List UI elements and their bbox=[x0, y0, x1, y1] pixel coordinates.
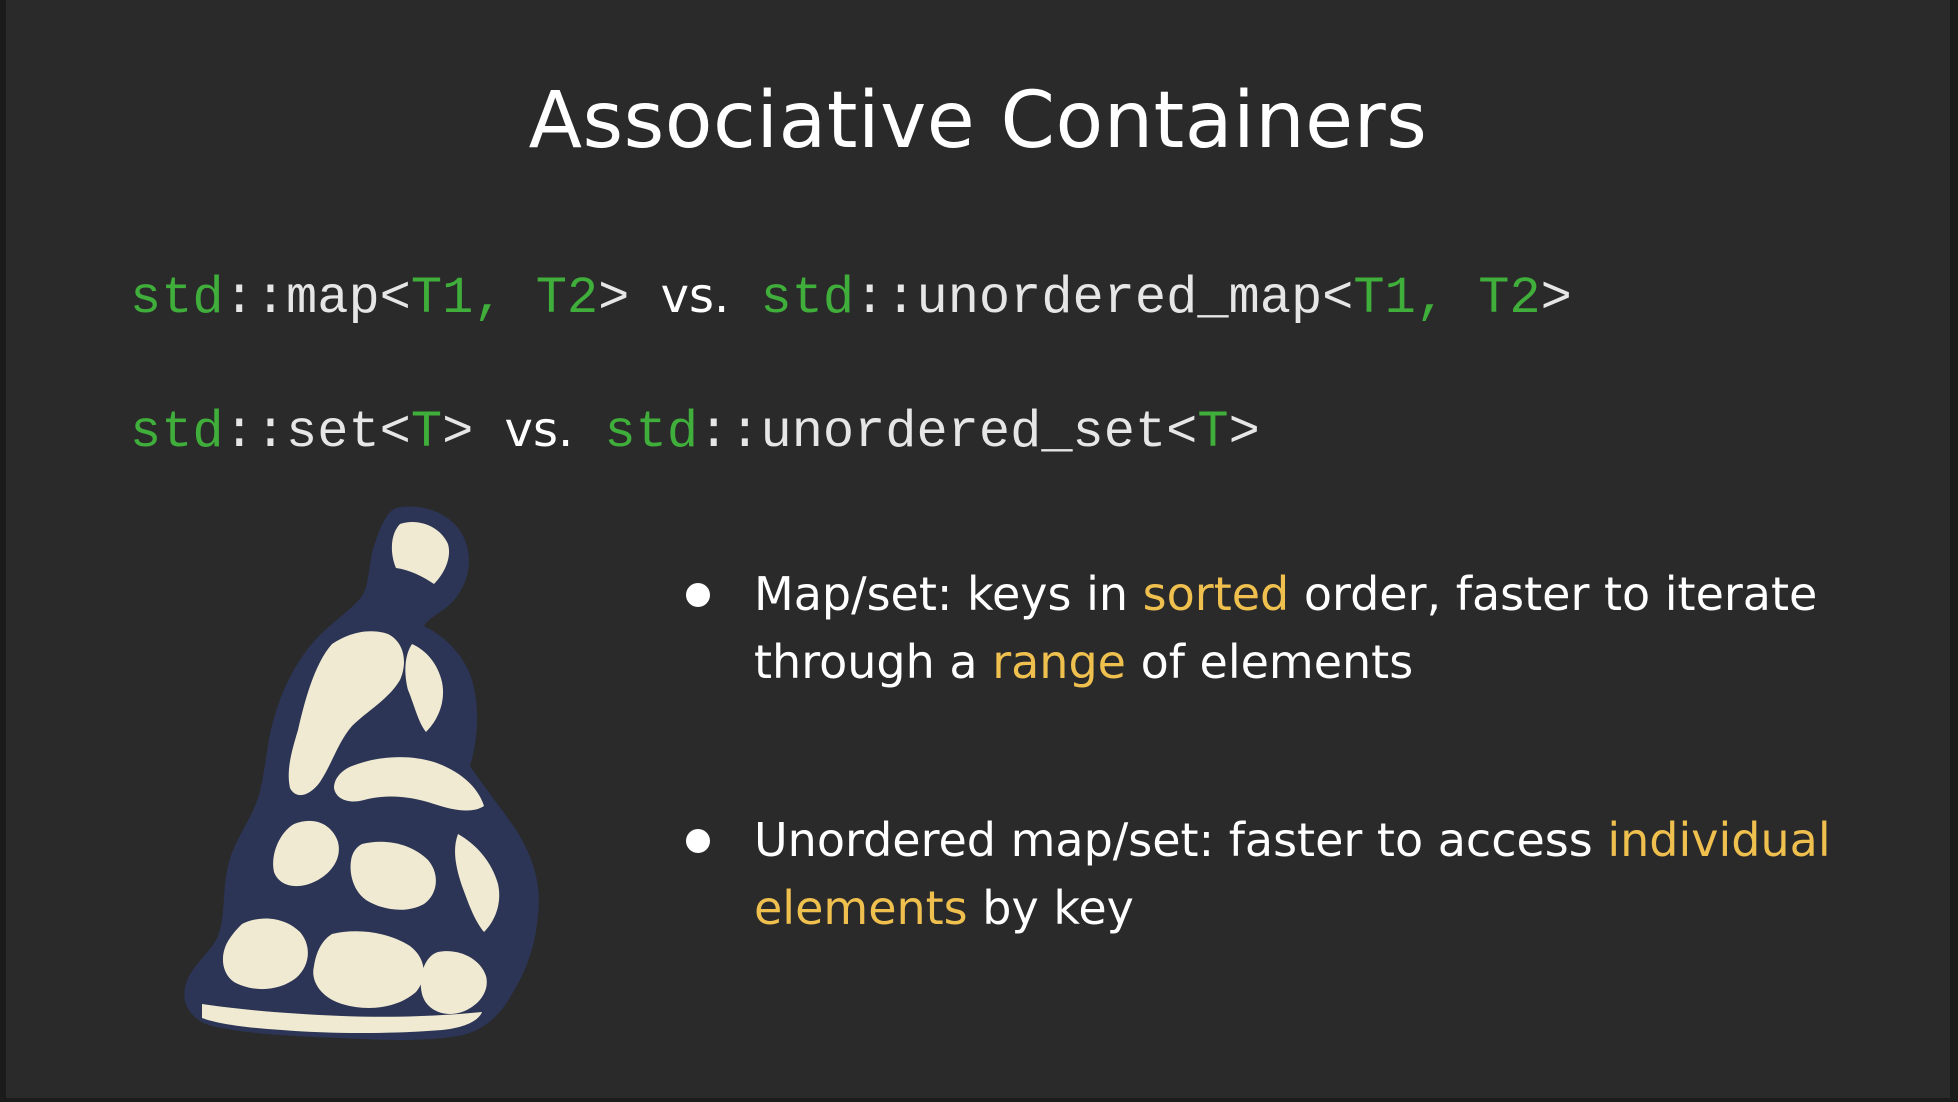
bullet-text: by key bbox=[967, 881, 1134, 935]
bullet-text: Unordered map/set: faster to access bbox=[754, 813, 1608, 867]
code-angle-close: > bbox=[442, 403, 474, 462]
vs-label: vs. bbox=[504, 402, 574, 458]
bullet-list: Map/set: keys in sorted order, faster to… bbox=[686, 560, 1836, 942]
bullet-dot-icon bbox=[686, 829, 710, 853]
bullet-text: Map/set: keys in bbox=[754, 567, 1143, 621]
code-namespace: std bbox=[760, 269, 855, 328]
bullet-text: of elements bbox=[1125, 635, 1414, 689]
code-template-args: T bbox=[1197, 403, 1229, 462]
code-template-args: T1, T2 bbox=[410, 269, 599, 328]
highlight-sorted: sorted bbox=[1142, 567, 1290, 621]
code-type-name: unordered_map bbox=[916, 269, 1323, 328]
code-line-set: std::set<T> vs. std::unordered_set<T> bbox=[130, 402, 1260, 462]
code-angle-open: < bbox=[379, 269, 411, 328]
code-type-name: map bbox=[286, 269, 380, 328]
bullet-dot-icon bbox=[686, 583, 710, 607]
slide-title: Associative Containers bbox=[528, 76, 1428, 166]
code-scope-operator: :: bbox=[223, 269, 287, 328]
vs-label: vs. bbox=[660, 268, 730, 324]
slide: Associative Containers std::map<T1, T2> … bbox=[0, 0, 1958, 1102]
code-line-map: std::map<T1, T2> vs. std::unordered_map<… bbox=[130, 268, 1572, 328]
code-namespace: std bbox=[130, 269, 224, 328]
code-angle-close: > bbox=[1228, 403, 1260, 462]
code-type-name: unordered_set bbox=[760, 403, 1167, 462]
bullet-unordered: Unordered map/set: faster to access indi… bbox=[686, 806, 1836, 942]
code-namespace: std bbox=[130, 403, 224, 462]
highlight-range: range bbox=[992, 635, 1126, 689]
code-scope-operator: :: bbox=[854, 269, 917, 328]
thinker-statue-icon bbox=[184, 506, 539, 1040]
code-template-args: T bbox=[410, 403, 443, 462]
code-angle-open: < bbox=[1166, 403, 1198, 462]
code-scope-operator: :: bbox=[698, 403, 761, 462]
code-angle-close: > bbox=[598, 269, 630, 328]
code-scope-operator: :: bbox=[223, 403, 287, 462]
code-angle-open: < bbox=[379, 403, 411, 462]
code-type-name: set bbox=[286, 403, 380, 462]
code-angle-close: > bbox=[1540, 269, 1572, 328]
code-template-args: T1, T2 bbox=[1353, 269, 1541, 328]
code-namespace: std bbox=[604, 403, 699, 462]
code-angle-open: < bbox=[1322, 269, 1354, 328]
bullet-ordered: Map/set: keys in sorted order, faster to… bbox=[686, 560, 1836, 696]
